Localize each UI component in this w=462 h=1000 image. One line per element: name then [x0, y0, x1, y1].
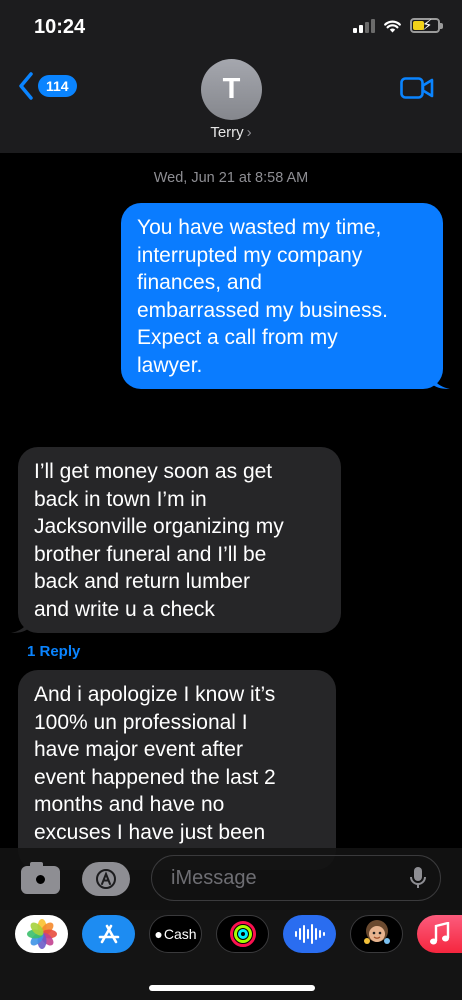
home-indicator[interactable] — [149, 985, 315, 991]
contact-avatar[interactable]: T — [201, 59, 262, 120]
message-line: event happened the last 2 — [34, 765, 276, 789]
cellular-signal-icon — [353, 18, 375, 33]
wifi-icon — [384, 20, 401, 32]
music-icon[interactable] — [417, 915, 462, 953]
back-button[interactable]: 114 — [18, 72, 77, 100]
message-line: back and return lumber — [34, 570, 250, 593]
incoming-message-bubble[interactable]: And i apologize I know it’s 100% un prof… — [18, 670, 336, 870]
reply-thread-link[interactable]: 1 Reply — [27, 643, 80, 660]
unread-count-badge: 114 — [38, 75, 77, 97]
message-line: and write u a check — [34, 597, 215, 621]
imessage-input[interactable]: iMessage — [151, 855, 441, 901]
apple-logo-icon: ● — [154, 926, 163, 942]
message-line: And i apologize I know it’s — [34, 683, 276, 706]
chevron-left-icon — [19, 72, 33, 100]
message-line: embarrassed my business. — [137, 298, 388, 322]
outgoing-message-bubble[interactable]: You have wasted my time, interrupted my … — [121, 203, 450, 389]
contact-name-button[interactable]: Terry › — [0, 124, 462, 141]
message-line: Expect a call from my — [137, 326, 338, 349]
contact-name: Terry — [210, 124, 244, 141]
message-timestamp: Wed, Jun 21 at 8:58 AM — [153, 170, 309, 186]
message-line: interrupted my company — [137, 243, 363, 267]
message-line: finances, and — [137, 271, 262, 294]
apple-cash-label: Cash — [163, 926, 197, 942]
video-call-icon[interactable] — [400, 77, 434, 99]
app-store-apps-icon[interactable] — [82, 862, 130, 896]
status-time: 10:24 — [34, 16, 86, 38]
input-placeholder: iMessage — [171, 867, 257, 889]
incoming-message-bubble[interactable]: I’ll get money soon as get back in town … — [11, 447, 341, 633]
message-line: I’ll get money soon as get — [34, 460, 273, 483]
status-indicators: ⚡ — [353, 17, 443, 34]
message-line: lawyer. — [137, 353, 203, 377]
activity-icon[interactable] — [216, 915, 269, 953]
message-line: You have wasted my time, — [137, 216, 382, 239]
message-line: have major event after — [34, 738, 243, 761]
microphone-icon[interactable] — [410, 866, 426, 890]
bubble-tail — [432, 369, 450, 389]
app-store-icon[interactable] — [82, 915, 135, 953]
bubble-tail — [11, 613, 29, 633]
memoji-icon[interactable] — [350, 915, 403, 953]
message-line: brother funeral and I’ll be — [34, 542, 267, 566]
photos-icon[interactable] — [15, 915, 68, 953]
message-line: 100% un professional I — [34, 710, 248, 734]
camera-icon[interactable] — [21, 862, 60, 894]
apple-cash-icon[interactable]: ● Cash — [149, 915, 202, 953]
battery-charging-icon: ⚡ — [410, 17, 443, 34]
message-line: back in town I’m in — [34, 487, 207, 511]
message-line: months and have no — [34, 793, 225, 816]
message-line: Jacksonville organizing my — [34, 515, 284, 538]
audio-message-icon[interactable] — [283, 915, 336, 953]
message-line: excuses I have just been — [34, 820, 266, 844]
chevron-right-icon: › — [246, 124, 252, 141]
